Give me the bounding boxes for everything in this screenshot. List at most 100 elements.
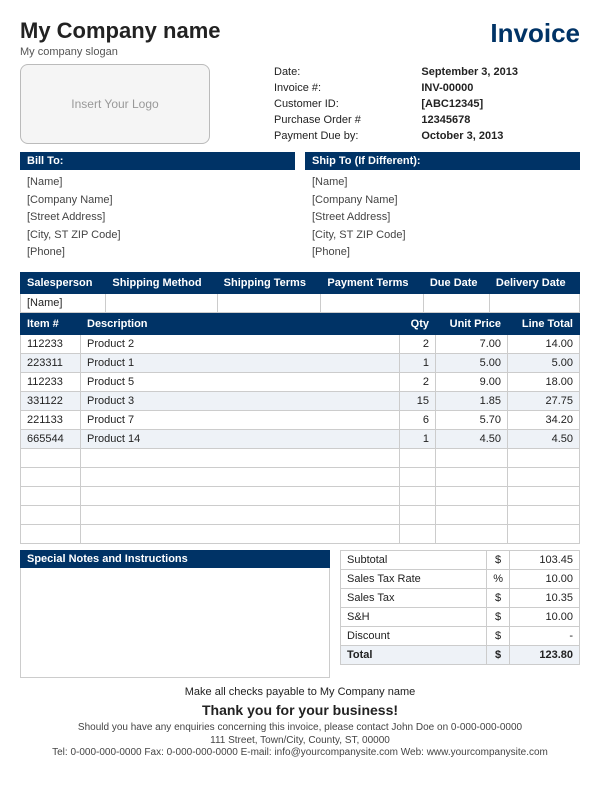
meta-date-row: Date: September 3, 2013 <box>270 64 580 80</box>
total-value: 123.80 <box>510 645 580 664</box>
taxrate-value: 10.00 <box>510 569 580 588</box>
invoice-title: Invoice <box>490 18 580 49</box>
item-unit-5: 4.50 <box>436 429 508 448</box>
empty-item-0 <box>21 448 81 467</box>
shipping-val-1 <box>106 293 217 312</box>
discount-value: - <box>510 626 580 645</box>
item-total-0: 14.00 <box>508 334 580 353</box>
totals-taxrate-row: Sales Tax Rate % 10.00 <box>341 569 580 588</box>
item-row-5: 665544 Product 14 1 4.50 4.50 <box>21 429 580 448</box>
meta-payment-label: Payment Due by: <box>270 128 417 144</box>
shipping-table: Salesperson Shipping Method Shipping Ter… <box>20 272 580 313</box>
subtotal-symbol: $ <box>487 550 510 569</box>
top-section: Insert Your Logo Date: September 3, 2013… <box>20 64 580 144</box>
item-unit-0: 7.00 <box>436 334 508 353</box>
item-number-0: 112233 <box>21 334 81 353</box>
empty-total-3: - <box>508 505 580 524</box>
bill-to-header: Bill To: <box>20 152 295 170</box>
empty-unit-1 <box>436 467 508 486</box>
invoice-header: My Company name My company slogan Invoic… <box>20 18 580 58</box>
taxrate-symbol: % <box>487 569 510 588</box>
meta-payment-value: October 3, 2013 <box>417 128 580 144</box>
company-info: My Company name My company slogan <box>20 18 221 58</box>
empty-desc-3 <box>81 505 400 524</box>
bill-to-line-0: [Name] <box>27 174 288 192</box>
sh-value: 10.00 <box>510 607 580 626</box>
bill-to-line-2: [Street Address] <box>27 209 288 227</box>
discount-symbol: $ <box>487 626 510 645</box>
logo-placeholder: Insert Your Logo <box>20 64 210 144</box>
empty-total-4: - <box>508 524 580 543</box>
ship-to-line-1: [Company Name] <box>312 192 573 210</box>
empty-desc-0 <box>81 448 400 467</box>
ship-to-line-0: [Name] <box>312 174 573 192</box>
empty-unit-4 <box>436 524 508 543</box>
shipping-val-5 <box>489 293 579 312</box>
footer-contact: Should you have any enquiries concerning… <box>20 722 580 733</box>
meta-date-label: Date: <box>270 64 417 80</box>
footer-thank-you: Thank you for your business! <box>20 702 580 718</box>
total-label: Total <box>341 645 487 664</box>
empty-desc-2 <box>81 486 400 505</box>
item-desc-4: Product 7 <box>81 410 400 429</box>
bill-to-line-4: [Phone] <box>27 244 288 262</box>
meta-payment-row: Payment Due by: October 3, 2013 <box>270 128 580 144</box>
empty-item-4 <box>21 524 81 543</box>
address-section: Bill To: [Name] [Company Name] [Street A… <box>20 152 580 266</box>
subtotal-label: Subtotal <box>341 550 487 569</box>
item-unit-2: 9.00 <box>436 372 508 391</box>
empty-total-1: - <box>508 467 580 486</box>
totals-sh-row: S&H $ 10.00 <box>341 607 580 626</box>
item-total-5: 4.50 <box>508 429 580 448</box>
item-qty-4: 6 <box>400 410 436 429</box>
totals-salestax-row: Sales Tax $ 10.35 <box>341 588 580 607</box>
totals-discount-row: Discount $ - <box>341 626 580 645</box>
item-number-4: 221133 <box>21 410 81 429</box>
footer-address: 111 Street, Town/City, County, ST, 00000 <box>20 735 580 746</box>
invoice-meta: Date: September 3, 2013 Invoice #: INV-0… <box>220 64 580 144</box>
ship-to-line-4: [Phone] <box>312 244 573 262</box>
meta-po-label: Purchase Order # <box>270 112 417 128</box>
sh-symbol: $ <box>487 607 510 626</box>
meta-po-row: Purchase Order # 12345678 <box>270 112 580 128</box>
bill-to-line-1: [Company Name] <box>27 192 288 210</box>
totals-box: Subtotal $ 103.45 Sales Tax Rate % 10.00… <box>340 550 580 678</box>
bill-to-box: Bill To: [Name] [Company Name] [Street A… <box>20 152 295 266</box>
shipping-col-3: Payment Terms <box>321 272 423 293</box>
total-symbol: $ <box>487 645 510 664</box>
notes-header: Special Notes and Instructions <box>20 550 330 568</box>
items-col-qty: Qty <box>400 313 436 334</box>
totals-table: Subtotal $ 103.45 Sales Tax Rate % 10.00… <box>340 550 580 665</box>
shipping-col-5: Delivery Date <box>489 272 579 293</box>
shipping-val-0: [Name] <box>21 293 106 312</box>
item-unit-3: 1.85 <box>436 391 508 410</box>
item-number-2: 112233 <box>21 372 81 391</box>
empty-total-0: - <box>508 448 580 467</box>
shipping-value-row: [Name] <box>21 293 580 312</box>
item-qty-0: 2 <box>400 334 436 353</box>
item-qty-5: 1 <box>400 429 436 448</box>
empty-qty-2 <box>400 486 436 505</box>
shipping-val-3 <box>321 293 423 312</box>
item-total-3: 27.75 <box>508 391 580 410</box>
bottom-section: Special Notes and Instructions Subtotal … <box>20 550 580 678</box>
shipping-header-row: Salesperson Shipping Method Shipping Ter… <box>21 272 580 293</box>
discount-label: Discount <box>341 626 487 645</box>
notes-box: Special Notes and Instructions <box>20 550 330 678</box>
empty-qty-4 <box>400 524 436 543</box>
footer-info: Tel: 0-000-000-0000 Fax: 0-000-000-0000 … <box>20 747 580 758</box>
empty-unit-2 <box>436 486 508 505</box>
shipping-col-0: Salesperson <box>21 272 106 293</box>
items-col-desc: Description <box>81 313 400 334</box>
shipping-col-4: Due Date <box>423 272 489 293</box>
ship-to-line-3: [City, ST ZIP Code] <box>312 227 573 245</box>
salestax-value: 10.35 <box>510 588 580 607</box>
empty-unit-3 <box>436 505 508 524</box>
empty-qty-3 <box>400 505 436 524</box>
notes-content <box>20 568 330 678</box>
item-row-4: 221133 Product 7 6 5.70 34.20 <box>21 410 580 429</box>
footer-payable: Make all checks payable to My Company na… <box>20 686 580 698</box>
bill-to-content: [Name] [Company Name] [Street Address] [… <box>20 170 295 266</box>
subtotal-value: 103.45 <box>510 550 580 569</box>
empty-row-2: - <box>21 486 580 505</box>
